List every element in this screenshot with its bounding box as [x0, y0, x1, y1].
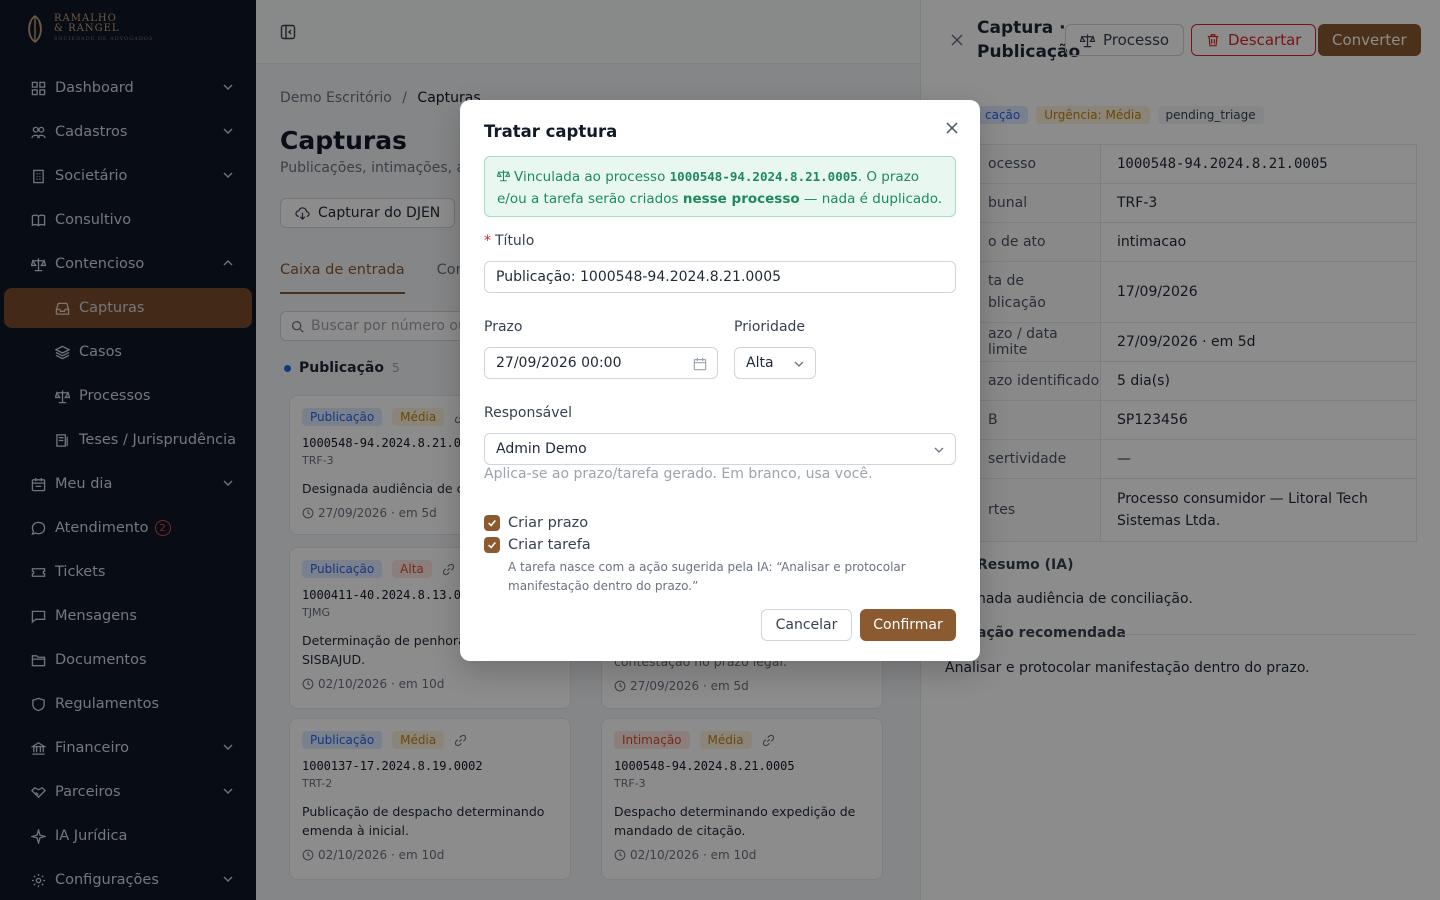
responsavel-label: Responsável [484, 405, 572, 421]
responsavel-help: Aplica-se ao prazo/tarefa gerado. Em bra… [484, 466, 873, 482]
scale-icon [496, 170, 511, 182]
prazo-datetime-input[interactable]: 27/09/2026 00:00 [484, 347, 718, 379]
titulo-input[interactable]: Publicação: 1000548-94.2024.8.21.0005 [484, 261, 956, 293]
cancel-button[interactable]: Cancelar [761, 609, 852, 641]
criar-prazo-label: Criar prazo [508, 515, 589, 531]
alert-process-number: 1000548-94.2024.8.21.0005 [669, 169, 858, 184]
checkbox-checked[interactable] [484, 537, 500, 553]
close-icon[interactable] [944, 120, 960, 136]
check-icon [488, 520, 496, 527]
prioridade-value: Alta [746, 355, 774, 371]
treat-capture-dialog: Tratar captura Vinculada ao processo 100… [460, 100, 980, 661]
alert-end: — nada é duplicado. [799, 191, 943, 207]
prioridade-label: Prioridade [734, 319, 806, 335]
checkbox-checked[interactable] [484, 515, 500, 531]
criar-prazo-checkbox[interactable]: Criar prazo [484, 515, 588, 531]
alert-bold: nesse processo [682, 191, 800, 207]
responsavel-select[interactable]: Admin Demo [484, 433, 956, 465]
dialog-title: Tratar captura [484, 122, 618, 141]
titulo-label: * Título [484, 233, 535, 249]
task-note-line2: manifestação dentro do prazo.” [508, 579, 699, 593]
alert-line2: e/ou a tarefa serão criados [497, 191, 683, 207]
required-mark: * [484, 233, 491, 249]
confirm-button[interactable]: Confirmar [860, 609, 956, 641]
criar-tarefa-checkbox[interactable]: Criar tarefa [484, 537, 591, 553]
linked-process-alert: Vinculada ao processo 1000548-94.2024.8.… [484, 156, 956, 217]
task-note-line1: A tarefa nasce com a ação sugerida pela … [508, 560, 906, 574]
responsavel-value: Admin Demo [496, 441, 587, 457]
calendar-icon[interactable] [693, 357, 707, 371]
prazo-value: 27/09/2026 00:00 [496, 355, 622, 371]
titulo-value: Publicação: 1000548-94.2024.8.21.0005 [496, 269, 782, 285]
alert-mid: . O prazo [857, 169, 920, 185]
task-note: A tarefa nasce com a ação sugerida pela … [508, 558, 928, 596]
criar-tarefa-label: Criar tarefa [508, 537, 591, 553]
check-icon [488, 542, 496, 549]
alert-prefix: Vinculada ao processo [514, 169, 670, 185]
chevron-down-icon [794, 361, 804, 367]
prazo-label: Prazo [484, 319, 523, 335]
chevron-down-icon [934, 447, 944, 453]
prioridade-select[interactable]: Alta [734, 347, 816, 379]
